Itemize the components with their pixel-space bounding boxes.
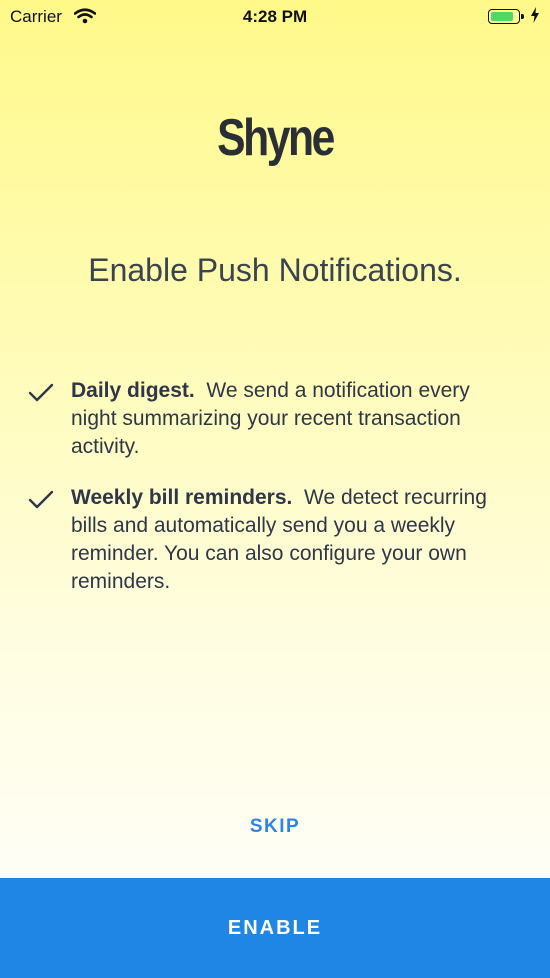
feature-heading: Weekly bill reminders. bbox=[71, 486, 293, 509]
shyne-logo: Shyne bbox=[217, 109, 335, 167]
charging-bolt-icon bbox=[530, 7, 540, 28]
feature-daily-digest: Daily digest. We send a notification eve… bbox=[28, 377, 518, 461]
page-title: Enable Push Notifications. bbox=[88, 252, 462, 288]
skip-button[interactable]: SKIP bbox=[0, 816, 550, 838]
feature-weekly-bill-reminders: Weekly bill reminders. We detect recurri… bbox=[28, 484, 518, 596]
status-bar: Carrier 4:28 PM bbox=[0, 0, 550, 34]
feature-heading: Daily digest. bbox=[71, 379, 195, 402]
check-icon bbox=[28, 383, 54, 408]
check-icon bbox=[28, 490, 54, 515]
status-time: 4:28 PM bbox=[242, 7, 308, 26]
enable-button[interactable]: ENABLE bbox=[0, 878, 550, 978]
battery-icon bbox=[488, 9, 524, 24]
